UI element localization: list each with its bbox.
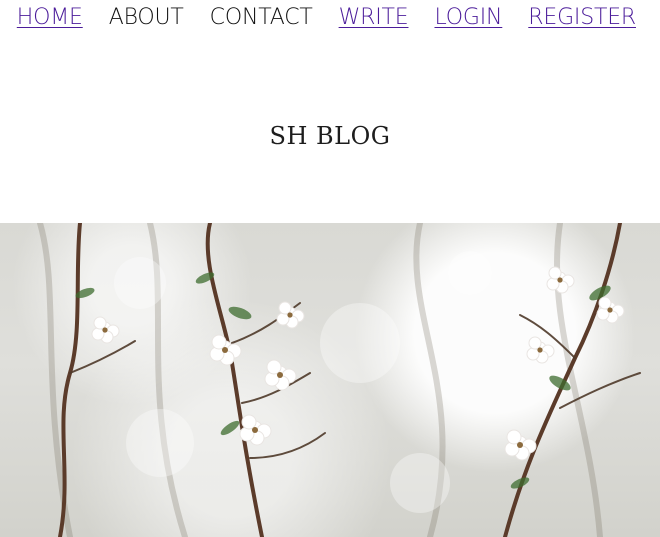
cherry-blossom-photo [37,223,641,537]
nav-link-home[interactable]: HOME [17,4,83,32]
top-navigation-bar: HOME ABOUT CONTACT WRITE LOGIN REGISTER [0,0,660,40]
nav-link-register[interactable]: REGISTER [528,4,636,32]
nav-link-write[interactable]: WRITE [339,4,409,32]
hero-image [0,223,660,537]
nav-item-contact[interactable]: CONTACT [210,4,313,32]
nav-item-about[interactable]: ABOUT [109,4,184,32]
site-title: SH BLOG [269,122,391,150]
nav-link-login[interactable]: LOGIN [434,4,502,32]
blog-header: SH BLOG [0,40,660,223]
primary-nav: HOME ABOUT CONTACT WRITE LOGIN REGISTER [17,4,636,32]
